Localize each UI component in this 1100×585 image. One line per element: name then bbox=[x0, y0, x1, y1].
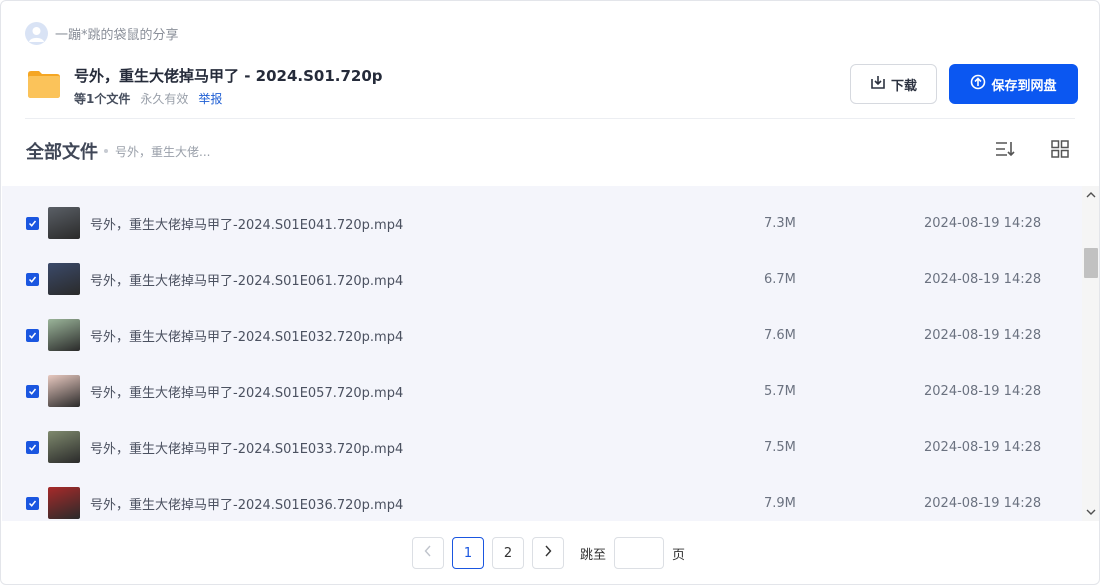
file-size: 7.9M bbox=[764, 495, 796, 511]
breadcrumb-current: 号外，重生大佬... bbox=[115, 144, 211, 159]
page-suffix: 页 bbox=[672, 547, 686, 563]
file-date: 2024-08-19 14:28 bbox=[924, 215, 1042, 231]
checkbox[interactable] bbox=[26, 272, 39, 286]
file-date: 2024-08-19 14:28 bbox=[924, 439, 1042, 455]
sort-icon[interactable] bbox=[994, 138, 1016, 160]
share-title: 号外，重生大佬掉马甲了 - 2024.S01.720p bbox=[74, 67, 383, 85]
file-size: 6.7M bbox=[764, 271, 796, 287]
file-date: 2024-08-19 14:28 bbox=[924, 383, 1042, 399]
user-icon bbox=[25, 21, 48, 45]
file-name[interactable]: 号外，重生大佬掉马甲了-2024.S01E057.720p.mp4 bbox=[90, 382, 403, 401]
report-link[interactable]: 举报 bbox=[198, 90, 222, 107]
save-to-drive-button[interactable]: 保存到网盘 bbox=[949, 64, 1078, 104]
checkbox[interactable] bbox=[26, 216, 39, 230]
file-name[interactable]: 号外，重生大佬掉马甲了-2024.S01E033.720p.mp4 bbox=[90, 438, 403, 457]
all-files-label[interactable]: 全部文件 bbox=[26, 138, 98, 164]
save-label: 保存到网盘 bbox=[991, 78, 1057, 94]
pagination: 1 2 跳至 页 bbox=[412, 537, 685, 569]
video-thumbnail bbox=[48, 487, 80, 519]
file-name[interactable]: 号外，重生大佬掉马甲了-2024.S01E061.720p.mp4 bbox=[90, 270, 403, 289]
file-date: 2024-08-19 14:28 bbox=[924, 271, 1042, 287]
file-size: 5.7M bbox=[764, 383, 796, 399]
checkbox[interactable] bbox=[26, 328, 39, 342]
file-date: 2024-08-19 14:28 bbox=[924, 495, 1042, 511]
download-icon bbox=[870, 74, 886, 94]
sharer-info: 一蹦*跳的袋鼠的分享 bbox=[25, 21, 179, 45]
folder-icon bbox=[26, 66, 62, 102]
jump-label: 跳至 bbox=[580, 547, 607, 563]
table-row[interactable]: 号外，重生大佬掉马甲了-2024.S01E061.720p.mp4 6.7M 2… bbox=[2, 251, 1082, 307]
checkbox[interactable] bbox=[26, 496, 39, 510]
file-size: 7.6M bbox=[764, 327, 796, 343]
cloud-upload-icon bbox=[970, 74, 986, 94]
grid-view-icon[interactable] bbox=[1049, 138, 1071, 160]
share-page: 一蹦*跳的袋鼠的分享 号外，重生大佬掉马甲了 - 2024.S01.720p 等… bbox=[0, 0, 1100, 585]
next-page-button[interactable] bbox=[532, 537, 564, 569]
file-list: 号外，重生大佬掉马甲了-2024.S01E041.720p.mp4 7.3M 2… bbox=[2, 186, 1082, 521]
chevron-left-icon bbox=[424, 545, 432, 561]
chevron-right-icon bbox=[544, 545, 552, 561]
video-thumbnail bbox=[48, 375, 80, 407]
checkbox[interactable] bbox=[26, 440, 39, 454]
scroll-up-icon[interactable] bbox=[1082, 188, 1099, 202]
file-size: 7.5M bbox=[764, 439, 796, 455]
breadcrumb-separator bbox=[104, 149, 108, 153]
page-button-1[interactable]: 1 bbox=[452, 537, 484, 569]
vertical-scrollbar[interactable] bbox=[1082, 186, 1099, 521]
download-button[interactable]: 下载 bbox=[850, 64, 937, 104]
sharer-name: 一蹦*跳的袋鼠的分享 bbox=[55, 27, 179, 43]
table-row[interactable]: 号外，重生大佬掉马甲了-2024.S01E033.720p.mp4 7.5M 2… bbox=[2, 419, 1082, 475]
file-name[interactable]: 号外，重生大佬掉马甲了-2024.S01E041.720p.mp4 bbox=[90, 214, 403, 233]
table-row[interactable]: 号外，重生大佬掉马甲了-2024.S01E032.720p.mp4 7.6M 2… bbox=[2, 307, 1082, 363]
video-thumbnail bbox=[48, 263, 80, 295]
file-count: 等1个文件 bbox=[74, 92, 131, 106]
scrollbar-thumb[interactable] bbox=[1084, 248, 1098, 278]
download-label: 下载 bbox=[890, 78, 917, 94]
divider bbox=[25, 118, 1075, 119]
share-header: 号外，重生大佬掉马甲了 - 2024.S01.720p 等1个文件 永久有效 举… bbox=[26, 65, 383, 107]
video-thumbnail bbox=[48, 207, 80, 239]
page-button-2[interactable]: 2 bbox=[492, 537, 524, 569]
file-size: 7.3M bbox=[764, 215, 796, 231]
scroll-down-icon[interactable] bbox=[1082, 505, 1099, 519]
video-thumbnail bbox=[48, 319, 80, 351]
file-name[interactable]: 号外，重生大佬掉马甲了-2024.S01E036.720p.mp4 bbox=[90, 494, 403, 513]
table-row[interactable]: 号外，重生大佬掉马甲了-2024.S01E036.720p.mp4 7.9M 2… bbox=[2, 475, 1082, 521]
video-thumbnail bbox=[48, 431, 80, 463]
prev-page-button[interactable] bbox=[412, 537, 444, 569]
breadcrumb: 全部文件 号外，重生大佬... bbox=[26, 138, 210, 164]
file-date: 2024-08-19 14:28 bbox=[924, 327, 1042, 343]
table-row[interactable]: 号外，重生大佬掉马甲了-2024.S01E041.720p.mp4 7.3M 2… bbox=[2, 195, 1082, 251]
file-name[interactable]: 号外，重生大佬掉马甲了-2024.S01E032.720p.mp4 bbox=[90, 326, 403, 345]
jump-page-input[interactable] bbox=[614, 537, 665, 569]
validity-text: 永久有效 bbox=[140, 92, 189, 106]
table-row[interactable]: 号外，重生大佬掉马甲了-2024.S01E057.720p.mp4 5.7M 2… bbox=[2, 363, 1082, 419]
checkbox[interactable] bbox=[26, 384, 39, 398]
